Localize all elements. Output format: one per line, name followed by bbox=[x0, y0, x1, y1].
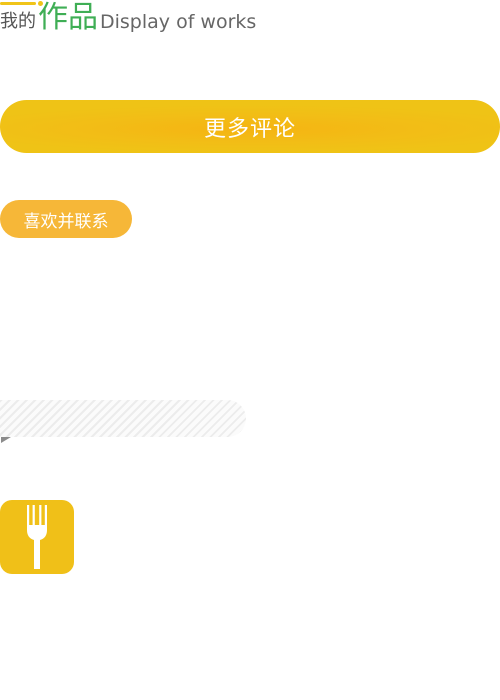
fork-app-button[interactable] bbox=[0, 500, 74, 574]
title-prefix: 我的 bbox=[0, 11, 36, 32]
title-english: Display of works bbox=[100, 11, 257, 33]
fork-icon bbox=[27, 505, 47, 569]
more-comments-label: 更多评论 bbox=[203, 116, 296, 142]
like-and-contact-button[interactable]: 喜欢并联系 bbox=[0, 200, 132, 238]
title-main: 作品 bbox=[38, 0, 98, 35]
bubble-tail bbox=[1, 437, 11, 443]
like-and-contact-label: 喜欢并联系 bbox=[23, 211, 109, 232]
page: 我的 作品 Display of works 更多评论 喜欢并联系 bbox=[0, 0, 500, 700]
comment-bubble-placeholder bbox=[0, 400, 246, 437]
section-title: 我的 作品 Display of works bbox=[0, 0, 256, 34]
more-comments-button[interactable]: 更多评论 bbox=[0, 100, 500, 153]
